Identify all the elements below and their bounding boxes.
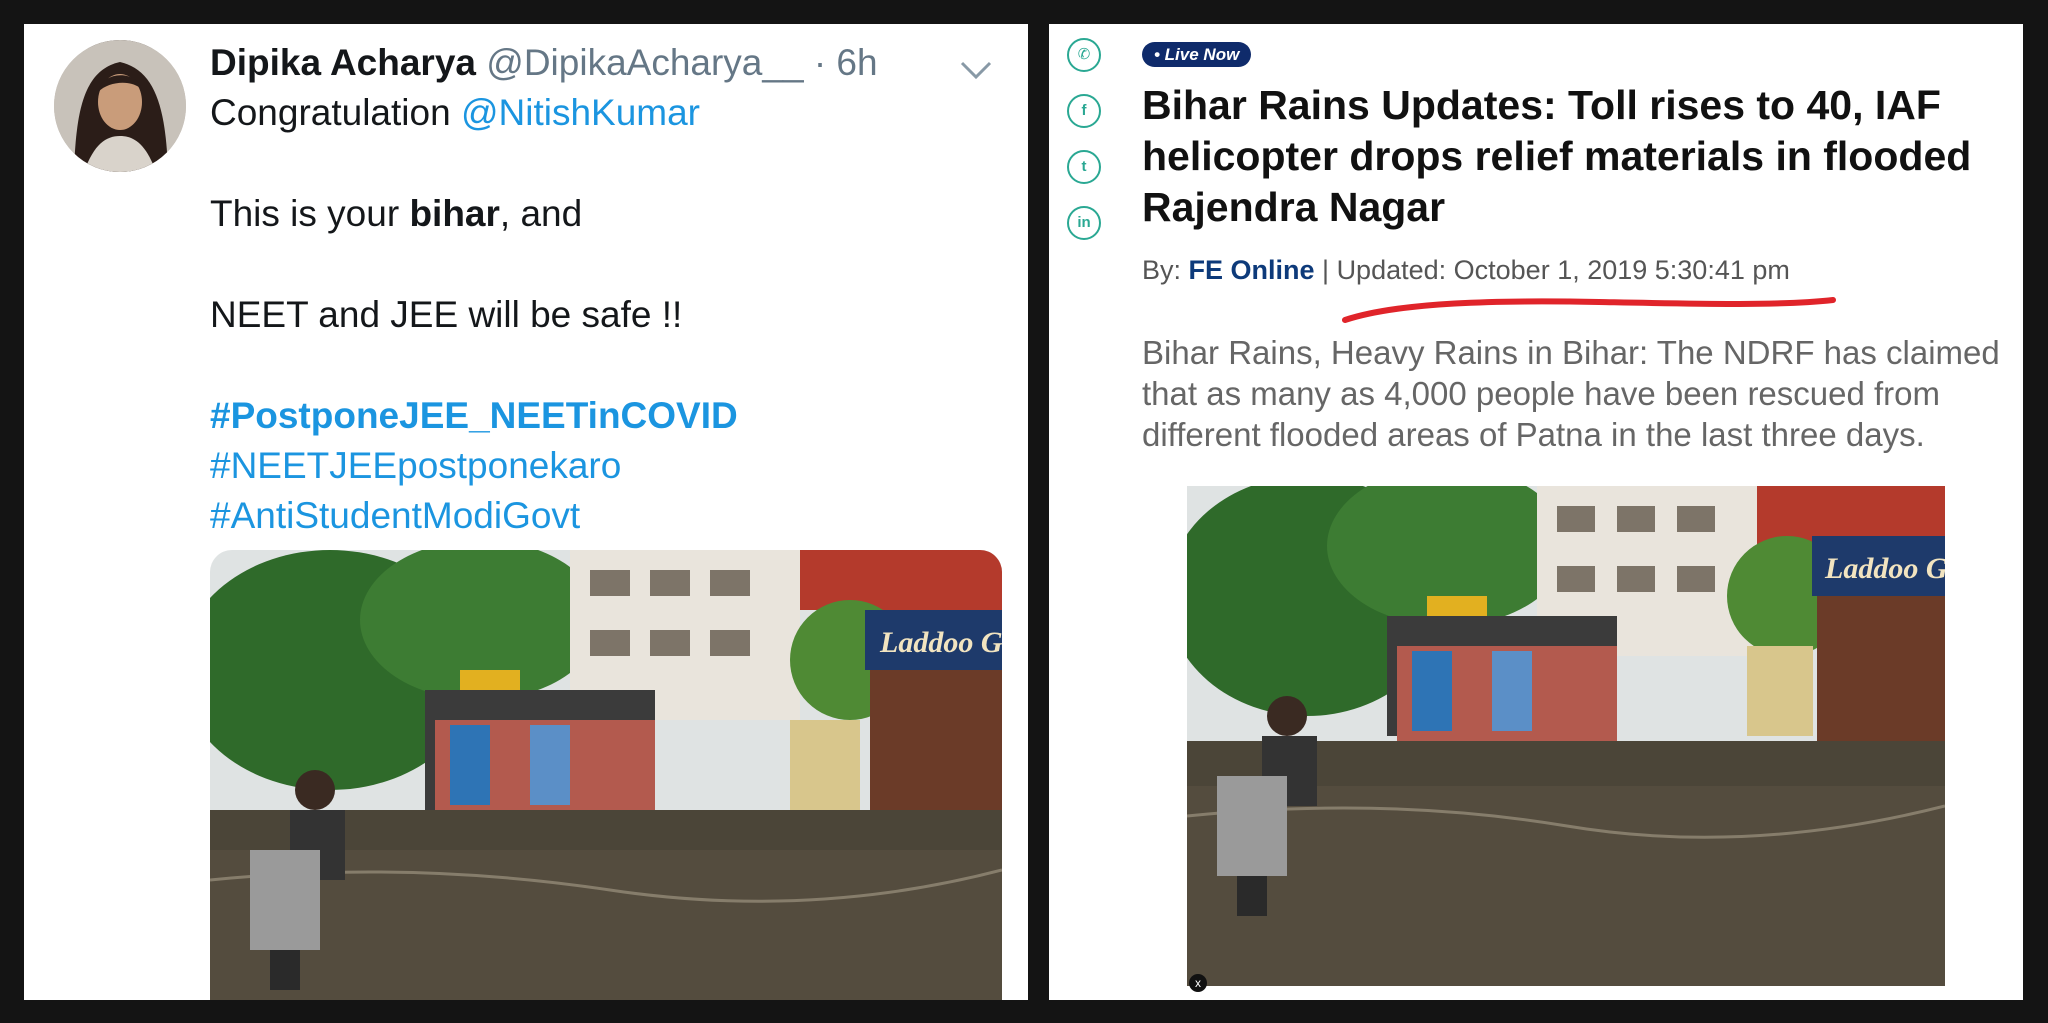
tweet-header: Dipika Acharya @DipikaAcharya__ · 6h — [210, 38, 1000, 88]
tweet-text: Congratulation @NitishKumar This is your… — [210, 88, 1000, 541]
hashtag-link[interactable]: #NEETJEEpostponekaro — [210, 445, 621, 486]
byline-separator: | — [1314, 255, 1337, 285]
tweet-photo[interactable]: Laddoo G — [210, 550, 1002, 1000]
author-link[interactable]: FE Online — [1189, 255, 1315, 285]
article-photo[interactable]: Laddoo Go — [1187, 486, 1945, 986]
mention-link[interactable]: @NitishKumar — [461, 92, 700, 133]
live-now-badge: • Live Now — [1142, 42, 1252, 67]
whatsapp-icon[interactable]: ✆ — [1067, 38, 1101, 72]
author-handle[interactable]: @DipikaAcharya__ — [486, 42, 803, 83]
byline: By: FE Online | Updated: October 1, 2019… — [1142, 252, 2002, 288]
hashtag-link[interactable]: #AntiStudentModiGovt — [210, 495, 580, 536]
tweet-line-2-post: , and — [499, 193, 583, 234]
author-name[interactable]: Dipika Acharya — [210, 42, 476, 83]
red-underline-annotation — [1339, 288, 1839, 328]
linkedin-icon[interactable]: in — [1067, 206, 1101, 240]
tweet-line-2: This is your bihar, and — [210, 189, 1000, 239]
twitter-icon[interactable]: t — [1067, 150, 1101, 184]
tweet-card: Dipika Acharya @DipikaAcharya__ · 6h Con… — [24, 24, 1028, 1000]
shop-sign-text: Laddoo G — [879, 626, 1002, 659]
tweet-line-1: Congratulation @NitishKumar — [210, 88, 1000, 138]
tweet-line-3: NEET and JEE will be safe !! — [210, 294, 683, 335]
tweet-line-2-pre: This is your — [210, 193, 410, 234]
article-summary: Bihar Rains, Heavy Rains in Bihar: The N… — [1142, 334, 2000, 453]
tweet-timestamp[interactable]: 6h — [836, 42, 877, 83]
avatar[interactable] — [54, 40, 186, 172]
separator-dot: · — [813, 42, 827, 83]
shop-sign-text: Laddoo Go — [1824, 552, 1945, 585]
chevron-down-icon[interactable] — [958, 48, 994, 80]
facebook-icon[interactable]: f — [1067, 94, 1101, 128]
tweet-line-1-text: Congratulation — [210, 92, 461, 133]
news-article: ✆ f t in • Live Now Bihar Rains Updates:… — [1049, 24, 2023, 1000]
tweet-line-2-bold: bihar — [409, 193, 500, 234]
share-bar: ✆ f t in — [1067, 38, 1103, 262]
byline-prefix: By: — [1142, 255, 1189, 285]
hashtag-link[interactable]: #PostponeJEE_NEETinCOVID — [210, 395, 738, 436]
updated-timestamp: Updated: October 1, 2019 5:30:41 pm — [1336, 255, 1790, 285]
article-headline: Bihar Rains Updates: Toll rises to 40, I… — [1142, 82, 1972, 230]
close-icon[interactable]: x — [1189, 974, 1207, 992]
